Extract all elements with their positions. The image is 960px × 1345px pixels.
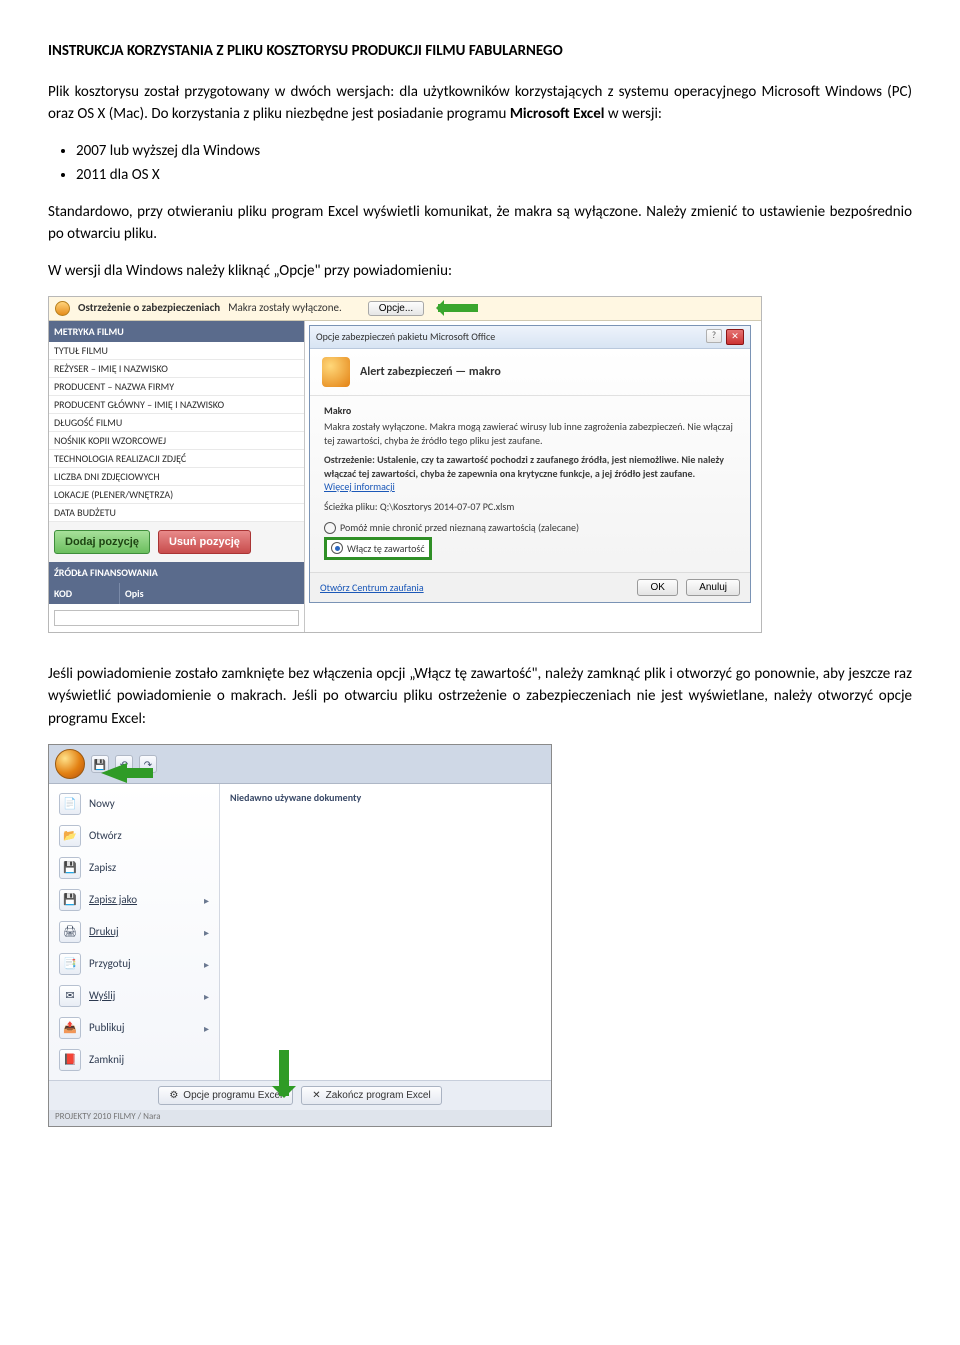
field-label: LICZBA DNI ZDJĘCIOWYCH xyxy=(49,468,304,486)
screenshot-office-menu: 💾 ↶ ↷ 📄Nowy 📂Otwórz 💾Zapisz 💾Zapisz jako… xyxy=(48,744,552,1127)
send-icon: ✉ xyxy=(59,985,81,1007)
publish-icon: 📤 xyxy=(59,1017,81,1039)
section-header-zrodla: ŹRÓDŁA FINANSOWANIA xyxy=(49,562,304,583)
field-label: PRODUCENT – NAZWA FIRMY xyxy=(49,378,304,396)
radio-protect[interactable] xyxy=(324,522,336,534)
menu-save-as[interactable]: 💾Zapisz jako▸ xyxy=(49,884,219,916)
empty-cell xyxy=(54,610,299,626)
shield-icon xyxy=(322,357,350,387)
delete-item-button[interactable]: Usuń pozycję xyxy=(158,530,251,554)
close-icon[interactable]: ✕ xyxy=(726,329,744,345)
ok-button[interactable]: OK xyxy=(637,579,677,596)
close-icon: ✕ xyxy=(312,1090,320,1101)
recent-label: Niedawno używane dokumenty xyxy=(230,790,541,805)
requirements-list: 2007 lub wyższej dla Windows 2011 dla OS… xyxy=(76,140,912,187)
menu-prepare[interactable]: 📑Przygotuj▸ xyxy=(49,948,219,980)
radio-enable[interactable] xyxy=(331,542,343,554)
title-qat-row: 💾 ↶ ↷ xyxy=(49,745,551,784)
field-label: TYTUŁ FILMU xyxy=(49,342,304,360)
page-title: INSTRUKCJA KORZYSTANIA Z PLIKU KOSZTORYS… xyxy=(48,40,912,63)
open-icon: 📂 xyxy=(59,825,81,847)
trust-center-link[interactable]: Otwórz Centrum zaufania xyxy=(320,580,424,595)
prepare-icon: 📑 xyxy=(59,953,81,975)
new-icon: 📄 xyxy=(59,793,81,815)
save-icon: 💾 xyxy=(59,857,81,879)
add-item-button[interactable]: Dodaj pozycję xyxy=(54,530,150,554)
chevron-right-icon: ▸ xyxy=(204,1021,209,1036)
field-label: REŻYSER – IMIĘ I NAZWISKO xyxy=(49,360,304,378)
intro-paragraph-3: W wersji dla Windows należy kliknąć „Opc… xyxy=(48,260,912,283)
radio-enable-label: Włącz tę zawartość xyxy=(347,542,425,556)
middle-paragraph: Jeśli powiadomienie zostało zamknięte be… xyxy=(48,663,912,731)
file-path-value: Q:\Kosztorys 2014-07-07 PC.xlsm xyxy=(380,500,514,513)
print-icon: 🖨 xyxy=(59,921,81,943)
chevron-right-icon: ▸ xyxy=(204,989,209,1004)
section-header-metryka: METRYKA FILMU xyxy=(49,321,304,342)
field-label: DATA BUDŻETU xyxy=(49,504,304,522)
menu-send[interactable]: ✉Wyślij▸ xyxy=(49,980,219,1012)
dialog-heading: Alert zabezpieczeń — makro xyxy=(360,363,501,381)
intro-paragraph-1: Plik kosztorysu został przygotowany w dw… xyxy=(48,81,912,126)
truncated-text: PROJEKTY 2010 FILMY / Nara xyxy=(49,1110,551,1126)
help-icon[interactable]: ? xyxy=(706,329,722,343)
more-info-link[interactable]: Więcej informacji xyxy=(324,480,395,493)
worksheet-panel: METRYKA FILMU TYTUŁ FILMU REŻYSER – IMIĘ… xyxy=(49,321,305,632)
arrow-annotation-icon xyxy=(279,1050,289,1096)
options-button[interactable]: Opcje... xyxy=(368,301,424,316)
menu-print[interactable]: 🖨Drukuj▸ xyxy=(49,916,219,948)
menu-open[interactable]: 📂Otwórz xyxy=(49,820,219,852)
dialog-warning-text: Ostrzeżenie: Ustalenie, czy ta zawartość… xyxy=(324,453,736,480)
field-label: DŁUGOŚĆ FILMU xyxy=(49,414,304,432)
chevron-right-icon: ▸ xyxy=(204,957,209,972)
field-label: LOKACJE (PLENER/WNĘTRZA) xyxy=(49,486,304,504)
menu-close[interactable]: 📕Zamknij xyxy=(49,1044,219,1076)
warning-text: Makra zostały wyłączone. xyxy=(228,300,342,317)
file-path-label: Ścieżka pliku: xyxy=(324,500,378,513)
recent-documents-panel: Niedawno używane dokumenty xyxy=(219,784,551,1080)
security-warning-bar: Ostrzeżenie o zabezpieczeniach Makra zos… xyxy=(49,297,761,321)
table-header-row: KOD Opis xyxy=(49,583,304,604)
makro-label: Makro xyxy=(324,404,736,418)
list-item: 2007 lub wyższej dla Windows xyxy=(76,140,912,163)
office-menu-footer: ⚙Opcje programu Excel ✕Zakończ program E… xyxy=(49,1080,551,1110)
col-kod: KOD xyxy=(49,583,119,604)
save-as-icon: 💾 xyxy=(59,889,81,911)
list-item: 2011 dla OS X xyxy=(76,164,912,187)
dialog-title: Opcje zabezpieczeń pakietu Microsoft Off… xyxy=(316,329,495,344)
menu-save[interactable]: 💾Zapisz xyxy=(49,852,219,884)
menu-new[interactable]: 📄Nowy xyxy=(49,788,219,820)
radio-protect-label: Pomóż mnie chronić przed nieznaną zawart… xyxy=(340,521,579,535)
exit-excel-button[interactable]: ✕Zakończ program Excel xyxy=(301,1086,441,1105)
menu-publish[interactable]: 📤Publikuj▸ xyxy=(49,1012,219,1044)
office-orb-icon[interactable] xyxy=(55,749,85,779)
intro-paragraph-2: Standardowo, przy otwieraniu pliku progr… xyxy=(48,201,912,246)
field-label: NOŚNIK KOPII WZORCOWEJ xyxy=(49,432,304,450)
arrow-annotation-icon xyxy=(438,304,478,312)
highlight-box: Włącz tę zawartość xyxy=(324,537,432,561)
cancel-button[interactable]: Anuluj xyxy=(686,579,740,596)
dialog-titlebar: Opcje zabezpieczeń pakietu Microsoft Off… xyxy=(310,326,750,349)
close-doc-icon: 📕 xyxy=(59,1049,81,1071)
chevron-right-icon: ▸ xyxy=(204,893,209,908)
screenshot-security-dialog: Ostrzeżenie o zabezpieczeniach Makra zos… xyxy=(48,296,762,633)
field-labels-list: TYTUŁ FILMU REŻYSER – IMIĘ I NAZWISKO PR… xyxy=(49,342,304,522)
office-menu-commands: 📄Nowy 📂Otwórz 💾Zapisz 💾Zapisz jako▸ 🖨Dru… xyxy=(49,784,219,1080)
warning-label: Ostrzeżenie o zabezpieczeniach xyxy=(78,300,220,317)
col-opis: Opis xyxy=(119,583,304,604)
gear-icon: ⚙ xyxy=(169,1090,178,1101)
shield-icon xyxy=(55,301,70,316)
security-options-dialog: Opcje zabezpieczeń pakietu Microsoft Off… xyxy=(309,325,751,604)
arrow-annotation-icon xyxy=(91,763,127,783)
field-label: PRODUCENT GŁÓWNY – IMIĘ I NAZWISKO xyxy=(49,396,304,414)
dialog-text: Makra zostały wyłączone. Makra mogą zawi… xyxy=(324,420,736,447)
chevron-right-icon: ▸ xyxy=(204,925,209,940)
field-label: TECHNOLOGIA REALIZACJI ZDJĘĆ xyxy=(49,450,304,468)
